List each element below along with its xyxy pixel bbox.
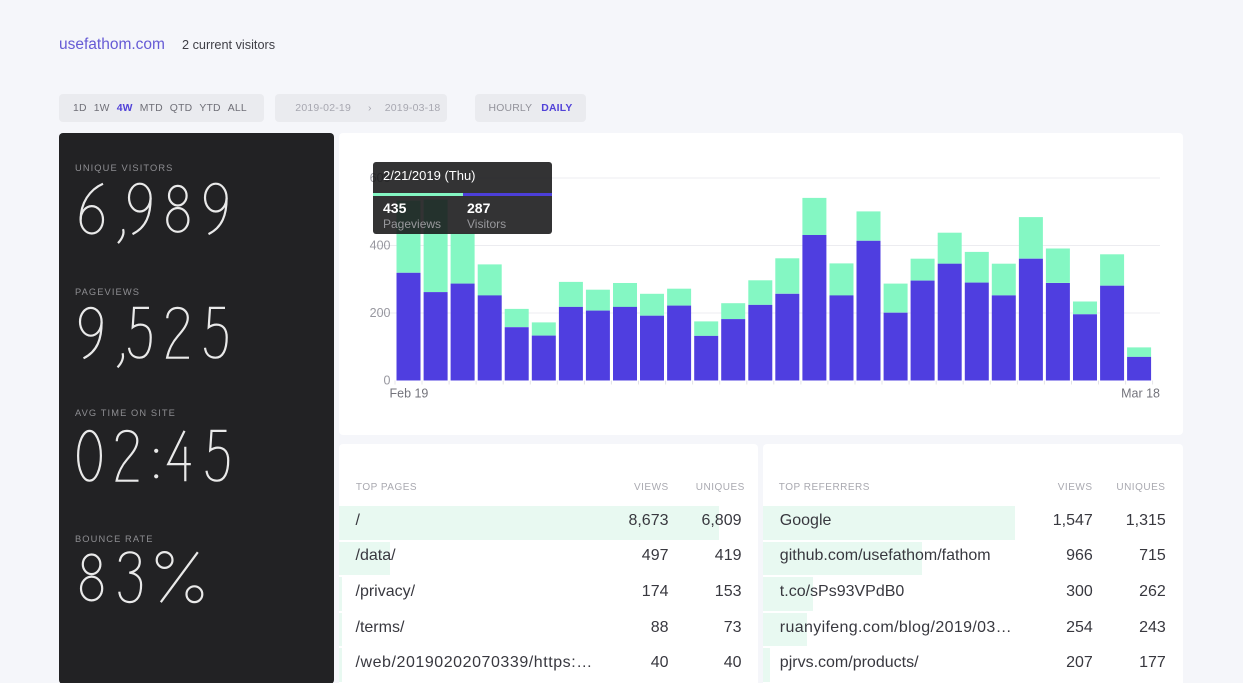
svg-text:Mar 18: Mar 18 (1121, 386, 1160, 400)
svg-text:Feb 19: Feb 19 (389, 386, 428, 400)
svg-text:400: 400 (369, 238, 390, 252)
svg-text:0: 0 (383, 373, 390, 387)
svg-text:200: 200 (369, 306, 390, 320)
